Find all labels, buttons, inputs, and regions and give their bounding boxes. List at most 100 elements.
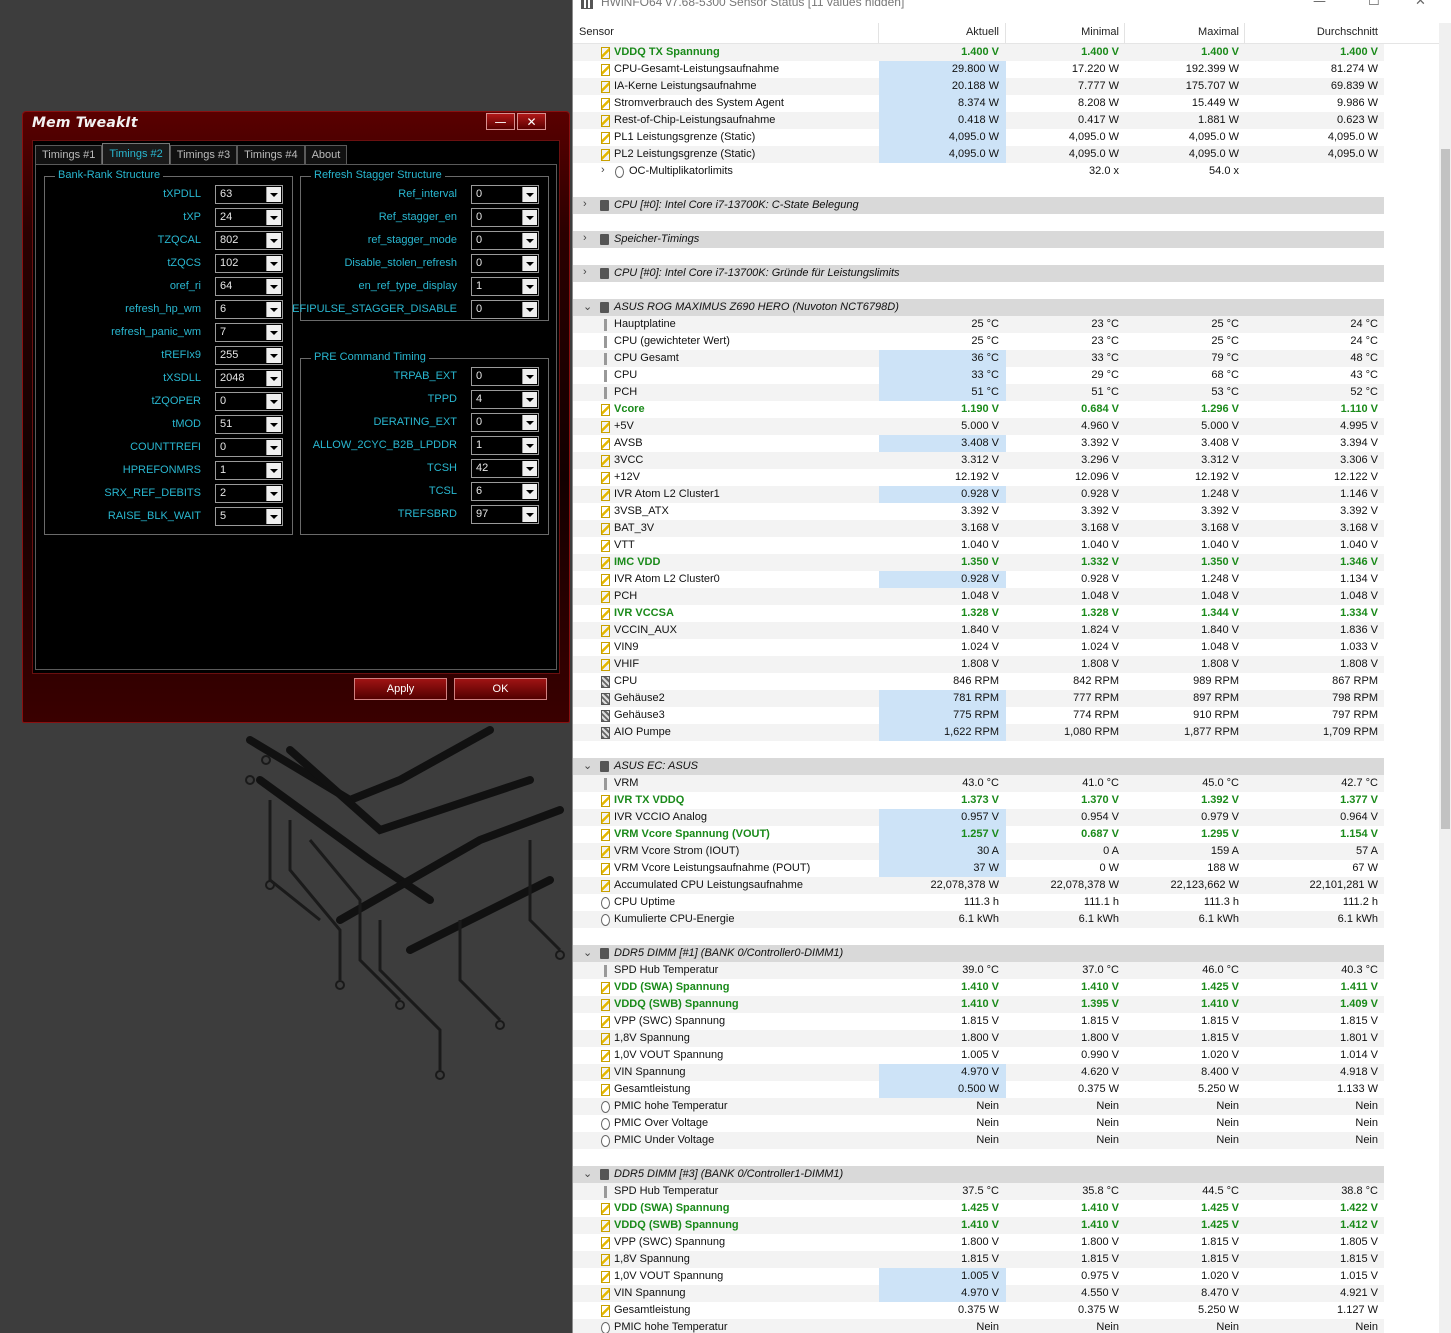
chevron-down-icon[interactable] (266, 394, 281, 409)
timing-select[interactable]: 0 (471, 254, 539, 273)
timing-select[interactable]: 4 (471, 390, 539, 409)
sensor-row[interactable]: Rest-of-Chip-Leistungsaufnahme 0.418 W 0.4… (573, 112, 1384, 129)
sensor-row[interactable]: IVR TX VDDQ 1.373 V 1.370 V 1.392 V 1.377 V (573, 792, 1384, 809)
sensor-group-header[interactable]: ⌄ DDR5 DIMM [#3] (BANK 0/Controller1-DIMM… (573, 1166, 1384, 1183)
sensor-row[interactable]: SPD Hub Temperatur 37.5 °C 35.8 °C 44.5 °C 3… (573, 1183, 1384, 1200)
sensor-row[interactable]: Stromverbrauch des System Agent 8.374 W 8.… (573, 95, 1384, 112)
sensor-row[interactable]: VIN Spannung 4.970 V 4.620 V 8.400 V 4.918 V (573, 1064, 1384, 1081)
chevron-down-icon[interactable] (266, 440, 281, 455)
sensor-row[interactable]: PCH 1.048 V 1.048 V 1.048 V 1.048 V (573, 588, 1384, 605)
chevron-down-icon[interactable]: ⌄ (583, 946, 592, 959)
sensor-row[interactable]: VIN Spannung 4.970 V 4.550 V 8.470 V 4.921 V (573, 1285, 1384, 1302)
timing-select[interactable]: 2048 (215, 369, 283, 388)
chevron-down-icon[interactable] (522, 369, 537, 384)
chevron-down-icon[interactable] (266, 233, 281, 248)
sensor-row[interactable]: VPP (SWC) Spannung 1.800 V 1.800 V 1.815 V 1… (573, 1234, 1384, 1251)
timing-select[interactable]: 0 (471, 231, 539, 250)
timing-select[interactable]: 2 (215, 484, 283, 503)
timing-select[interactable]: 51 (215, 415, 283, 434)
timing-select[interactable]: 0 (471, 300, 539, 319)
sensor-row[interactable]: +12V 12.192 V 12.096 V 12.192 V 12.122 V (573, 469, 1384, 486)
sensor-group-header[interactable]: › CPU [#0]: Intel Core i7-13700K: Gründe … (573, 265, 1384, 282)
scrollbar-thumb[interactable] (1441, 149, 1450, 829)
close-button[interactable]: ✕ (1415, 0, 1426, 9)
apply-button[interactable]: Apply (354, 678, 447, 700)
sensor-row[interactable]: VIN9 1.024 V 1.024 V 1.048 V 1.033 V (573, 639, 1384, 656)
chevron-down-icon[interactable] (522, 279, 537, 294)
chevron-down-icon[interactable] (266, 279, 281, 294)
timing-select[interactable]: 1 (215, 461, 283, 480)
chevron-down-icon[interactable] (266, 486, 281, 501)
timing-select[interactable]: 0 (215, 438, 283, 457)
col-minimal[interactable]: Minimal (1005, 26, 1119, 38)
sensor-row[interactable]: Kumulierte CPU-Energie 6.1 kWh 6.1 kWh 6.1 … (573, 911, 1384, 928)
sensor-row[interactable]: BAT_3V 3.168 V 3.168 V 3.168 V 3.168 V (573, 520, 1384, 537)
timing-select[interactable]: 1 (471, 436, 539, 455)
sensor-row[interactable]: VHIF 1.808 V 1.808 V 1.808 V 1.808 V (573, 656, 1384, 673)
timing-select[interactable]: 5 (215, 507, 283, 526)
tab-timings-2[interactable]: Timings #2 (102, 143, 170, 165)
sensor-row[interactable]: CPU 33 °C 29 °C 68 °C 43 °C (573, 367, 1384, 384)
tab-timings-4[interactable]: Timings #4 (237, 145, 305, 165)
col-aktuell[interactable]: Aktuell (879, 26, 999, 38)
chevron-down-icon[interactable]: ⌄ (583, 1167, 592, 1180)
chevron-down-icon[interactable] (266, 325, 281, 340)
chevron-down-icon[interactable] (522, 507, 537, 522)
chevron-down-icon[interactable] (266, 187, 281, 202)
timing-select[interactable]: 0 (471, 208, 539, 227)
sensor-row[interactable]: IA-Kerne Leistungsaufnahme 20.188 W 7.777 … (573, 78, 1384, 95)
sensor-row[interactable]: CPU-Gesamt-Leistungsaufnahme 29.800 W 17.2… (573, 61, 1384, 78)
minimize-button[interactable]: — (486, 113, 515, 130)
chevron-down-icon[interactable] (522, 415, 537, 430)
sensor-row[interactable]: VRM 43.0 °C 41.0 °C 45.0 °C 42.7 °C (573, 775, 1384, 792)
chevron-down-icon[interactable] (266, 509, 281, 524)
sensor-row[interactable]: VRM Vcore Spannung (VOUT) 1.257 V 0.687 V 1… (573, 826, 1384, 843)
chevron-down-icon[interactable] (266, 210, 281, 225)
timing-select[interactable]: 0 (471, 367, 539, 386)
sensor-row[interactable]: Gehäuse3 775 RPM 774 RPM 910 RPM 797 RPM (573, 707, 1384, 724)
chevron-down-icon[interactable] (522, 210, 537, 225)
sensor-row[interactable]: VCCIN_AUX 1.840 V 1.824 V 1.840 V 1.836 V (573, 622, 1384, 639)
timing-select[interactable]: 6 (215, 300, 283, 319)
sensor-row[interactable]: IMC VDD 1.350 V 1.332 V 1.350 V 1.346 V (573, 554, 1384, 571)
chevron-down-icon[interactable] (266, 371, 281, 386)
sensor-row[interactable]: Gehäuse2 781 RPM 777 RPM 897 RPM 798 RPM (573, 690, 1384, 707)
chevron-down-icon[interactable] (522, 392, 537, 407)
sensor-row[interactable]: 1,0V VOUT Spannung 1.005 V 0.975 V 1.020 V 1… (573, 1268, 1384, 1285)
chevron-right-icon[interactable]: › (583, 266, 587, 278)
sensor-row[interactable]: Accumulated CPU Leistungsaufnahme 22,078,… (573, 877, 1384, 894)
timing-select[interactable]: 1 (471, 277, 539, 296)
chevron-down-icon[interactable] (522, 233, 537, 248)
minimize-button[interactable]: — (1313, 0, 1326, 9)
timing-select[interactable]: 64 (215, 277, 283, 296)
timing-select[interactable]: 0 (471, 185, 539, 204)
ok-button[interactable]: OK (454, 678, 547, 700)
timing-select[interactable]: 0 (471, 413, 539, 432)
timing-select[interactable]: 802 (215, 231, 283, 250)
sensor-row[interactable]: PL1 Leistungsgrenze (Static) 4,095.0 W 4,0… (573, 129, 1384, 146)
col-sensor[interactable]: Sensor (579, 26, 614, 38)
timing-select[interactable]: 63 (215, 185, 283, 204)
sensor-row[interactable]: VDDQ TX Spannung 1.400 V 1.400 V 1.400 V 1.4… (573, 44, 1384, 61)
sensor-row[interactable]: CPU 846 RPM 842 RPM 989 RPM 867 RPM (573, 673, 1384, 690)
sensor-row[interactable]: Gesamtleistung 0.375 W 0.375 W 5.250 W 1.127… (573, 1302, 1384, 1319)
timing-select[interactable]: 6 (471, 482, 539, 501)
timing-select[interactable]: 7 (215, 323, 283, 342)
sensor-row[interactable]: PMIC hohe Temperatur Nein Nein Nein Nein (573, 1319, 1384, 1333)
chevron-down-icon[interactable] (266, 417, 281, 432)
timing-select[interactable]: 0 (215, 392, 283, 411)
vertical-scrollbar[interactable] (1439, 23, 1451, 1333)
sensor-row[interactable]: CPU Gesamt 36 °C 33 °C 79 °C 48 °C (573, 350, 1384, 367)
chevron-down-icon[interactable] (522, 187, 537, 202)
sensor-row[interactable]: IVR Atom L2 Cluster1 0.928 V 0.928 V 1.248 … (573, 486, 1384, 503)
sensor-group-header[interactable]: ⌄ ASUS ROG MAXIMUS Z690 HERO (Nuvoton NCT… (573, 299, 1384, 316)
sensor-group-header[interactable]: ⌄ DDR5 DIMM [#1] (BANK 0/Controller0-DIMM… (573, 945, 1384, 962)
sensor-row[interactable]: Vcore 1.190 V 0.684 V 1.296 V 1.110 V (573, 401, 1384, 418)
sensor-row[interactable]: VDDQ (SWB) Spannung 1.410 V 1.410 V 1.425 V… (573, 1217, 1384, 1234)
sensor-row[interactable]: 1,8V Spannung 1.815 V 1.815 V 1.815 V 1.815 … (573, 1251, 1384, 1268)
chevron-down-icon[interactable]: ⌄ (583, 759, 592, 772)
sensor-row[interactable]: VRM Vcore Leistungsaufnahme (POUT) 37 W 0 … (573, 860, 1384, 877)
sensor-row[interactable]: › OC-Multiplikatorlimits 32.0 x 54.0 x (573, 163, 1384, 180)
sensor-row[interactable]: VDD (SWA) Spannung 1.410 V 1.410 V 1.425 V 1… (573, 979, 1384, 996)
chevron-right-icon[interactable]: › (583, 198, 587, 210)
